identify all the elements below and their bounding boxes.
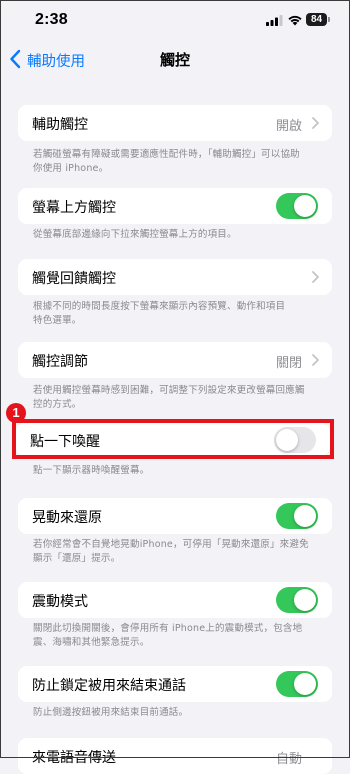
- chevron-right-icon: [312, 354, 319, 366]
- assistive-touch-footnote: 若觸碰螢幕有障礙或需要適應性配件時，「輔助觸控」可以協助 你使用 iPhone。: [33, 149, 300, 174]
- prevent-lock-end-call-footnote: 防止側邊按鈕被用來結束目前通話。: [33, 707, 189, 718]
- chevron-right-icon: [312, 117, 319, 129]
- row-label: 防止鎖定被用來結束通話: [32, 678, 186, 694]
- status-time: 2:38: [35, 11, 68, 28]
- reachability-toggle[interactable]: [276, 193, 318, 219]
- page-title: 觸控: [159, 51, 190, 69]
- chevron-right-icon: [312, 271, 319, 283]
- vibration-toggle[interactable]: [276, 587, 318, 613]
- wifi-icon: [288, 15, 302, 26]
- vibration-footnote: 關閉此切換開關後，會停用所有 iPhone上的震動模式，包含地 震、海嘯和其他緊…: [33, 623, 303, 648]
- row-reachability: 螢幕上方觸控: [18, 188, 332, 224]
- prevent-lock-end-call-toggle[interactable]: [276, 671, 318, 697]
- row-label: 晃動來還原: [32, 510, 102, 526]
- reachability-footnote: 從螢幕底部邊緣向下拉來觸控螢幕上方的項目。: [33, 229, 237, 240]
- row-call-audio-routing[interactable]: 來電語音傳送 自動: [18, 738, 332, 774]
- row-label: 觸覺回饋觸控: [32, 271, 116, 287]
- row-label: 螢幕上方觸控: [32, 200, 116, 216]
- row-label: 震動模式: [32, 594, 88, 610]
- row-prevent-lock-end-call: 防止鎖定被用來結束通話: [18, 666, 332, 702]
- highlight-box: [12, 419, 334, 459]
- step-badge: 1: [6, 403, 26, 423]
- row-label: 觸控調節: [32, 354, 88, 370]
- status-bar: 2:38 84: [0, 0, 350, 40]
- tap-to-wake-footnote: 點一下顯示器時喚醒螢幕。: [33, 465, 150, 476]
- cellular-signal-icon: [266, 15, 283, 26]
- haptic-touch-footnote: 根據不同的時間長度按下螢幕來顯示內容預覽、動作和項目 特色選單。: [33, 301, 286, 326]
- row-value: 關閉: [275, 356, 302, 371]
- shake-to-undo-toggle[interactable]: [276, 503, 318, 529]
- battery-icon: 84: [306, 13, 330, 26]
- navigation-bar: 輔助使用 觸控: [0, 40, 350, 80]
- row-label: 輔助觸控: [32, 117, 88, 133]
- row-haptic-touch[interactable]: 觸覺回饋觸控: [18, 259, 332, 295]
- touch-accommodations-footnote: 若使用觸控螢幕時感到困難，可調整下列設定來更改螢幕回應觸 控的方式。: [33, 385, 305, 410]
- shake-to-undo-footnote: 若你經常會不自覺地晃動iPhone，可停用「晃動來還原」來避免 顯示「還原」提示…: [33, 539, 309, 564]
- row-value: 開啟: [275, 119, 302, 134]
- row-shake-to-undo: 晃動來還原: [18, 498, 332, 534]
- row-assistive-touch[interactable]: 輔助觸控 開啟: [18, 105, 332, 141]
- row-touch-accommodations[interactable]: 觸控調節 關閉: [18, 342, 332, 378]
- row-vibration: 震動模式: [18, 582, 332, 618]
- row-label: 來電語音傳送: [32, 750, 116, 766]
